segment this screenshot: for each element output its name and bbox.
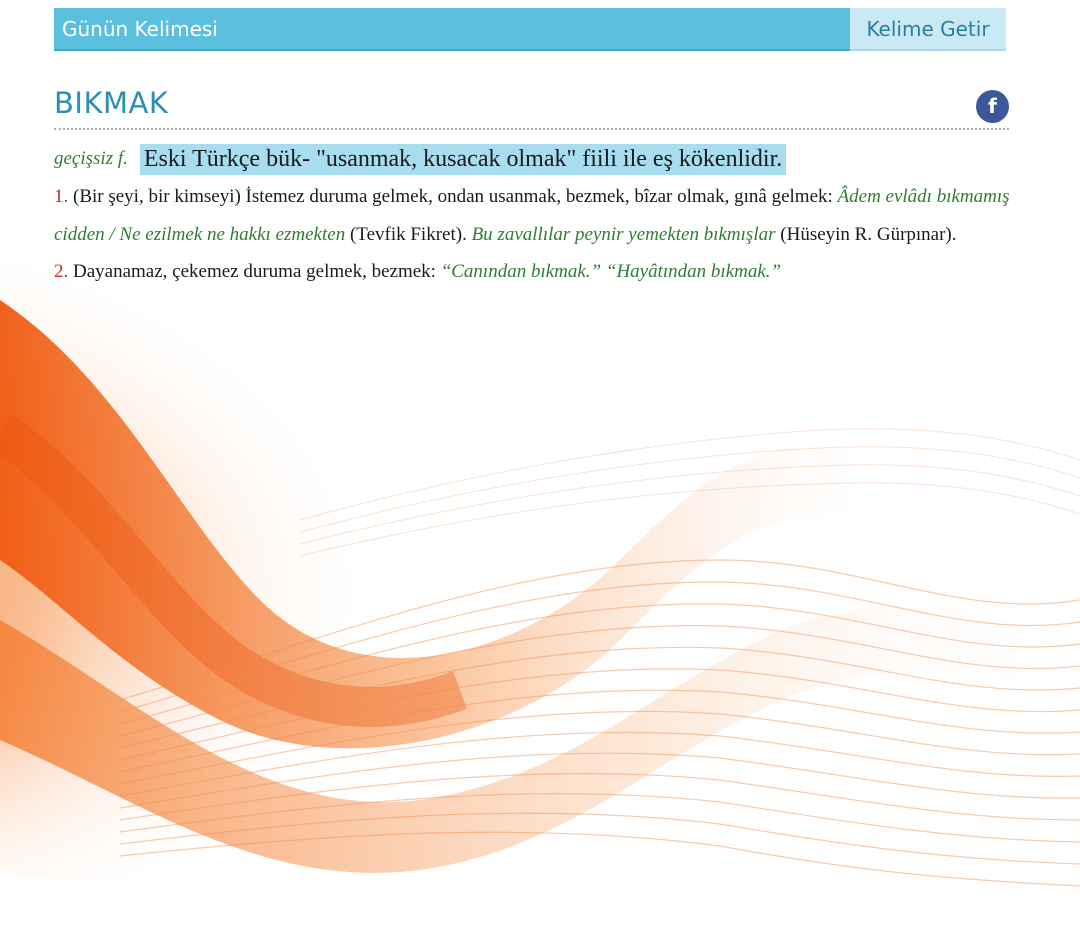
page: Günün Kelimesi Kelime Getir BIKMAK f geç… <box>0 0 1080 943</box>
content-layer: Günün Kelimesi Kelime Getir BIKMAK f geç… <box>0 0 1080 943</box>
word-header: BIKMAK f <box>54 84 1009 130</box>
header-title: Günün Kelimesi <box>54 8 850 51</box>
etymology-line: geçişsiz f. Eski Türkçe bük- "usanmak, k… <box>54 140 1014 178</box>
word-title: BIKMAK <box>54 86 169 120</box>
header-bar: Günün Kelimesi Kelime Getir <box>54 8 1006 51</box>
sense-1: 1. (Bir şeyi, bir kimseyi) İstemez durum… <box>54 178 1014 253</box>
etymology-text: Eski Türkçe bük- "usanmak, kusacak olmak… <box>139 143 787 175</box>
sense-number: 2. <box>54 261 69 282</box>
example-source: (Tevfik Fikret). <box>345 223 472 245</box>
sense-2: 2. Dayanamaz, çekemez duruma gelmek, bez… <box>54 253 1014 291</box>
fetch-word-button[interactable]: Kelime Getir <box>850 8 1006 51</box>
example-quote: “Hayâtından bıkmak.” <box>605 261 782 282</box>
example-source: (Hüseyin R. Gürpınar). <box>775 223 957 245</box>
sense-number: 1. <box>54 186 69 207</box>
sense-definition: (Bir şeyi, bir kimseyi) İstemez duruma g… <box>68 186 838 207</box>
facebook-icon[interactable]: f <box>976 90 1009 123</box>
example-quote: Bu zavallılar peynir yemekten bıkmışlar <box>471 223 776 245</box>
definition-body: geçişsiz f. Eski Türkçe bük- "usanmak, k… <box>54 140 1014 291</box>
sense-definition: Dayanamaz, çekemez duruma gelmek, bezmek… <box>68 261 441 282</box>
example-quote: “Canından bıkmak.” <box>440 261 602 282</box>
grammar-label: geçişsiz f. <box>54 148 128 169</box>
